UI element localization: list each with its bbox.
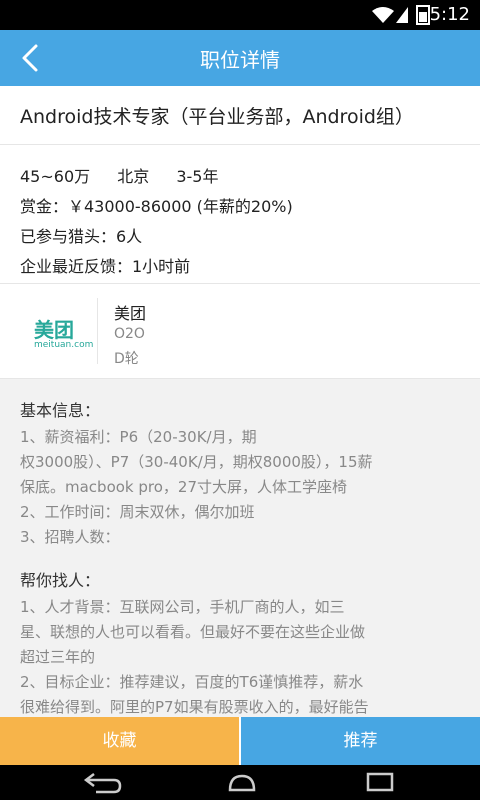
recent-apps-nav-icon[interactable]: [356, 770, 404, 794]
company-logo-subtext: meituan.com: [34, 340, 94, 350]
system-nav-bar: [0, 765, 480, 800]
basic-info-line: 2、工作时间：周末双休，偶尔加班: [20, 503, 255, 521]
help-find-line: 星、联想的人也可以看看。但最好不要在这些企业做: [20, 623, 366, 641]
basic-info-heading: 基本信息：: [20, 401, 101, 420]
help-find-line: 1、人才背景：互联网公司，手机厂商的人，如三: [20, 598, 345, 616]
experience: 3-5年: [176, 167, 219, 186]
battery-icon: [416, 5, 430, 25]
wifi-icon: [372, 7, 394, 23]
help-find-line: 超过三年的: [20, 648, 96, 666]
company-name: 美团: [114, 304, 147, 323]
back-nav-icon[interactable]: [78, 770, 126, 794]
basic-info-line: 保底。macbook pro，27寸大屏，人体工学座椅: [20, 478, 348, 496]
headhunters-count: 已参与猎头：6人: [20, 227, 143, 246]
city: 北京: [117, 167, 150, 186]
help-find-heading: 帮你找人：: [20, 571, 101, 590]
job-title: Android技术专家（平台业务部，Android组）: [20, 106, 414, 128]
job-meta-section: 45~60万 北京 3-5年 赏金：￥43000-86000 (年薪的20%) …: [0, 145, 480, 284]
company-logo: 美团 meituan.com: [20, 298, 98, 364]
bounty: 赏金：￥43000-86000 (年薪的20%): [20, 197, 293, 216]
basic-info-line: 权3000股）、P7（30-40K/月，期权8000股），15薪: [20, 453, 373, 471]
status-time: 5:12: [429, 4, 470, 25]
job-basics: 45~60万 北京 3-5年: [20, 163, 240, 187]
page-title: 职位详情: [200, 48, 280, 72]
help-find-line: 很难给得到。阿里的P7如果有股票收入的，最好能告: [20, 698, 369, 716]
app-bar: 职位详情: [0, 30, 480, 86]
home-nav-icon[interactable]: [218, 770, 266, 794]
basic-info-line: 3、招聘人数：: [20, 528, 120, 546]
company-logo-text: 美团: [34, 318, 74, 342]
company-funding-round: D轮: [114, 351, 139, 367]
company-field: O2O: [114, 326, 145, 342]
status-bar: 5:12: [0, 0, 480, 30]
job-description: 基本信息： 1、薪资福利：P6（20-30K/月，期 权3000股）、P7（30…: [0, 379, 480, 717]
salary: 45~60万: [20, 167, 91, 186]
help-find-line: 2、目标企业：推荐建议，百度的T6谨慎推荐，薪水: [20, 673, 364, 691]
recommend-button[interactable]: 推荐: [241, 717, 480, 765]
company-card[interactable]: 美团 meituan.com 美团 O2O D轮: [0, 284, 480, 379]
recent-feedback: 企业最近反馈：1小时前: [20, 257, 191, 276]
bottom-action-bar: 收藏 推荐: [0, 717, 480, 765]
favorite-button[interactable]: 收藏: [0, 717, 239, 765]
signal-icon: [396, 7, 408, 23]
job-title-section: Android技术专家（平台业务部，Android组）: [0, 86, 480, 145]
basic-info-line: 1、薪资福利：P6（20-30K/月，期: [20, 428, 257, 446]
